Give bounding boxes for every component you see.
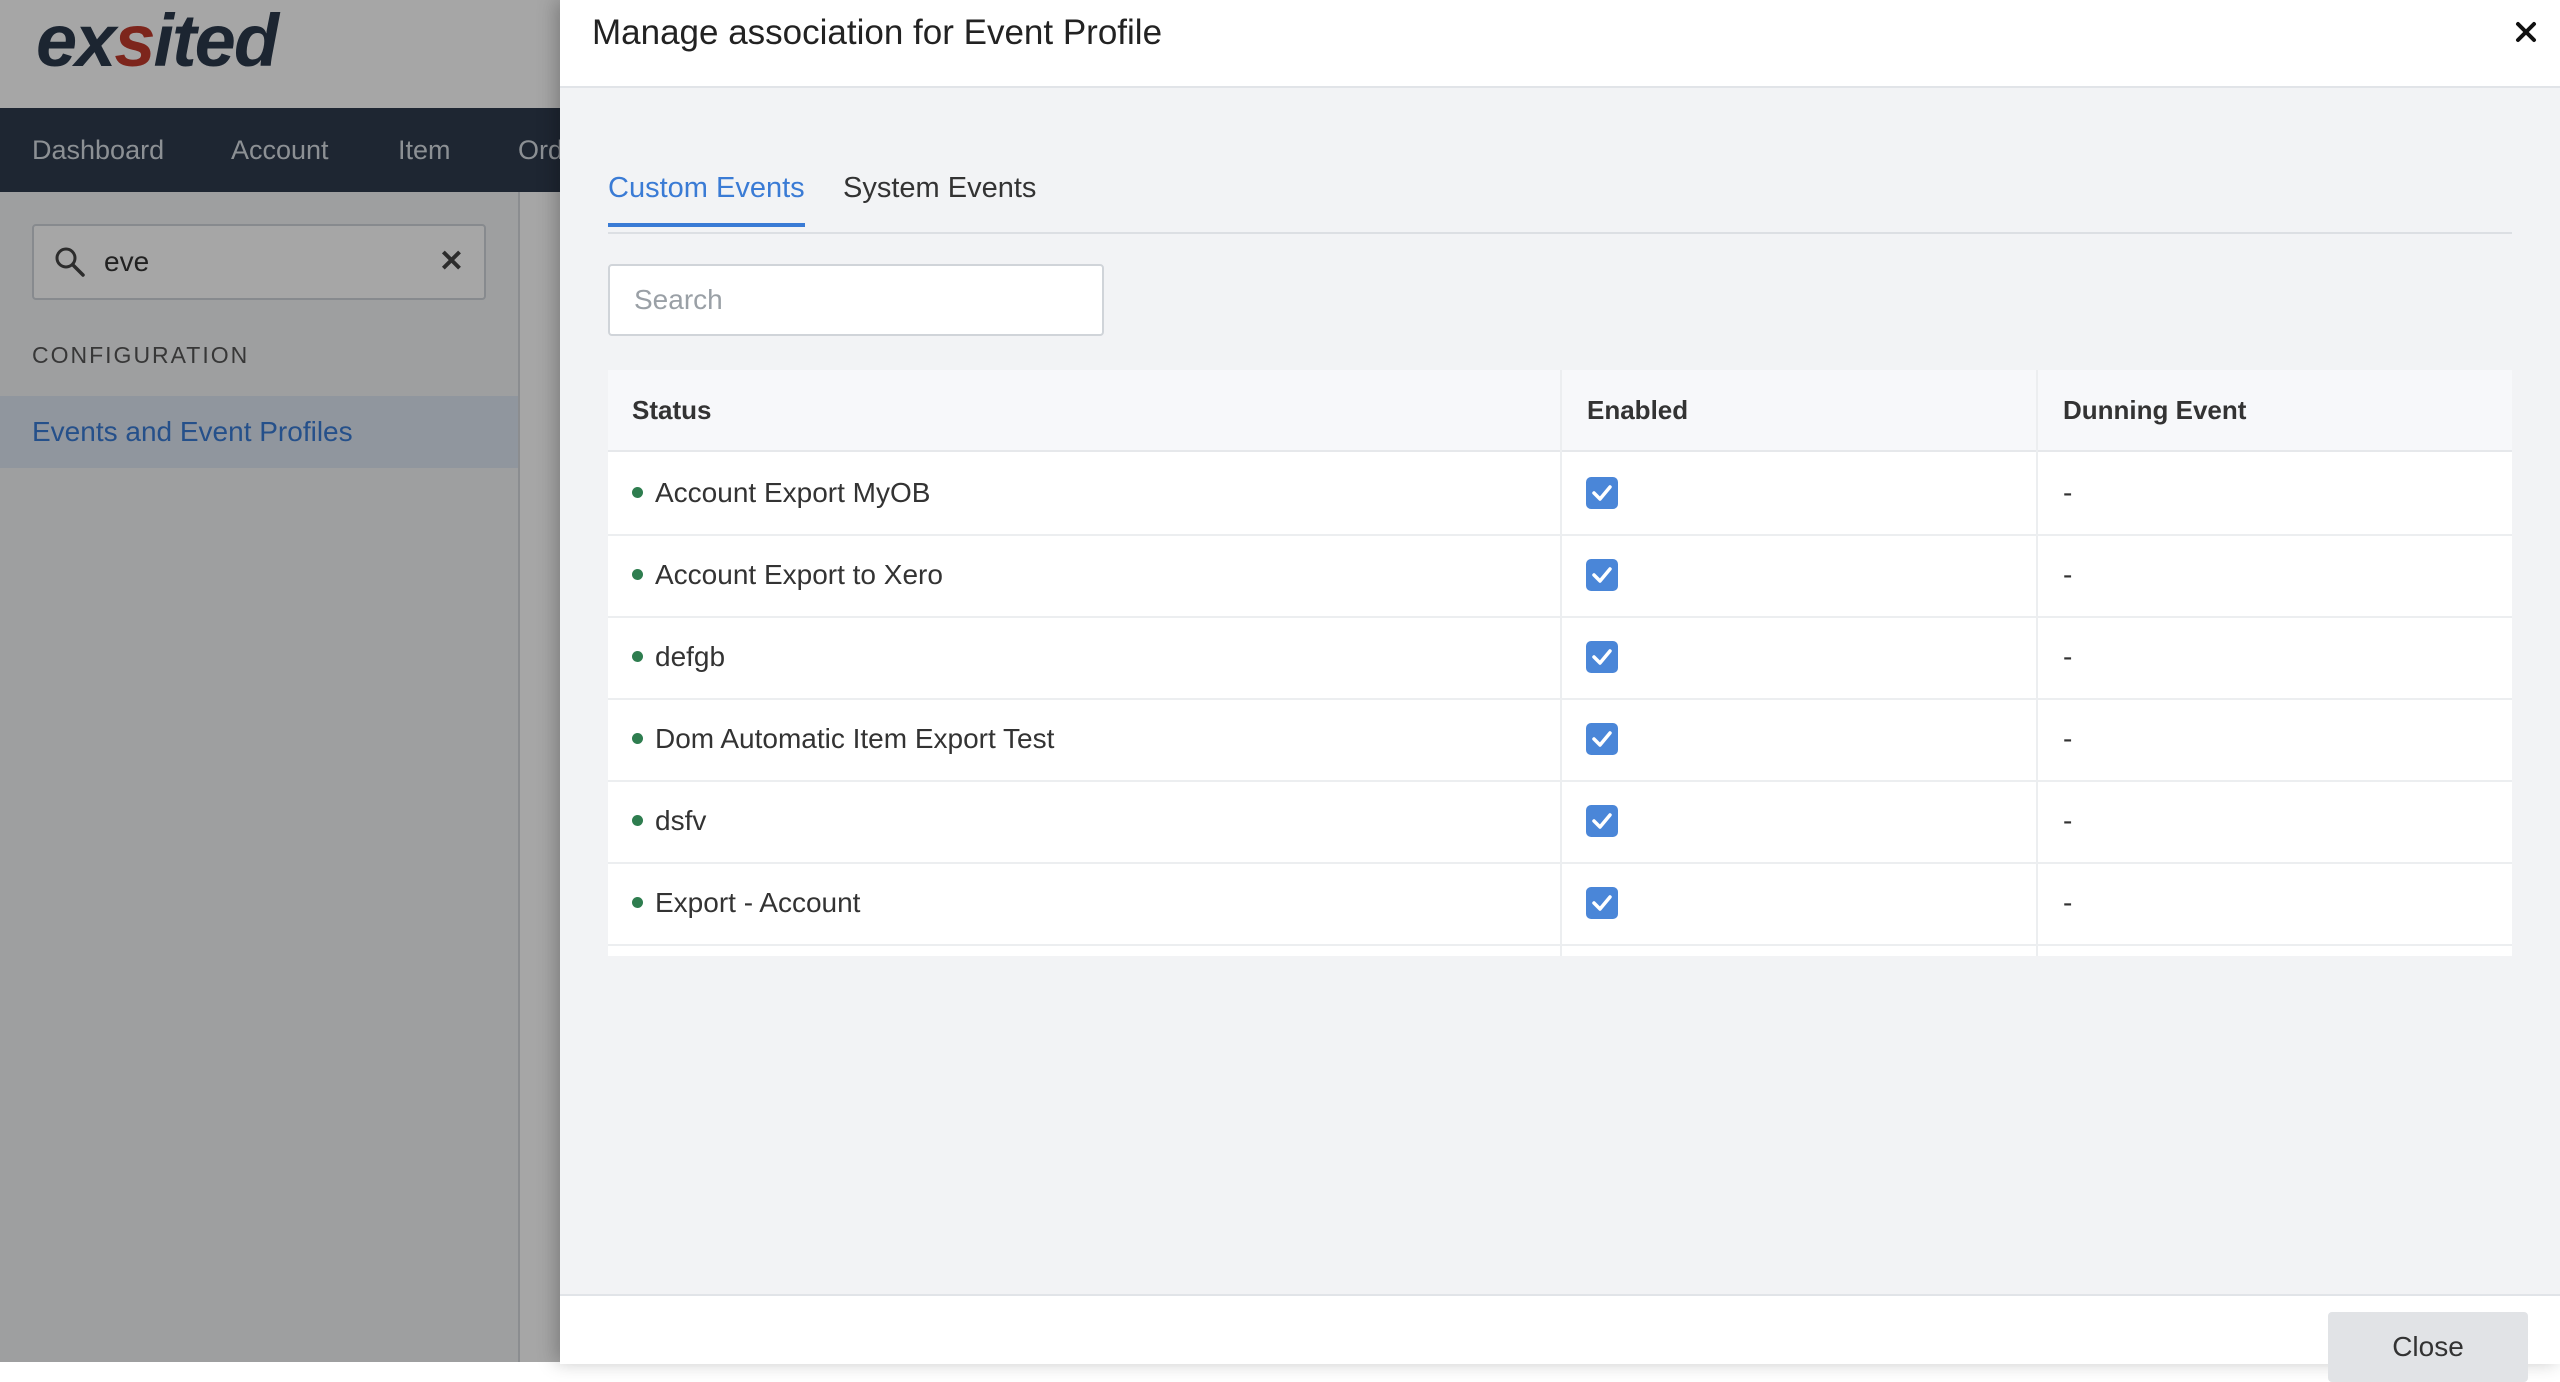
checkmark-icon xyxy=(1592,485,1612,501)
enabled-checkbox[interactable] xyxy=(1586,477,1618,509)
close-button[interactable]: Close xyxy=(2328,1312,2528,1382)
status-cell: Dom Automatic Item Export Test xyxy=(632,698,1054,780)
dunning-cell: - xyxy=(2063,887,2073,918)
checkmark-icon xyxy=(1592,567,1612,583)
enabled-checkbox[interactable] xyxy=(1586,641,1618,673)
enabled-checkbox[interactable] xyxy=(1586,887,1618,919)
tab-system-events[interactable]: System Events xyxy=(843,172,1036,223)
event-tabs: Custom Events System Events xyxy=(608,150,2512,234)
status-cell: Account Export to Xero xyxy=(632,534,943,616)
status-dot-icon xyxy=(632,733,643,745)
column-divider xyxy=(1560,370,1562,956)
dunning-cell: - xyxy=(2063,805,2073,836)
column-header-dunning-event[interactable]: Dunning Event xyxy=(2063,370,2246,450)
checkmark-icon xyxy=(1592,895,1612,911)
dunning-cell: - xyxy=(2063,477,2073,508)
tab-custom-events[interactable]: Custom Events xyxy=(608,172,805,227)
enabled-checkbox[interactable] xyxy=(1586,723,1618,755)
close-icon[interactable] xyxy=(2506,12,2546,52)
events-search-input[interactable] xyxy=(608,264,1104,336)
column-header-status[interactable]: Status xyxy=(632,370,711,450)
modal-header: Manage association for Event Profile xyxy=(560,0,2560,88)
status-cell: dsfv xyxy=(632,780,706,862)
column-header-enabled[interactable]: Enabled xyxy=(1587,370,1688,450)
modal-title: Manage association for Event Profile xyxy=(592,13,1163,52)
status-dot-icon xyxy=(632,569,643,581)
checkmark-icon xyxy=(1592,813,1612,829)
status-cell: Export - Account xyxy=(632,862,860,944)
dunning-cell: - xyxy=(2063,723,2073,754)
status-cell: defgb xyxy=(632,616,725,698)
modal-footer: Close xyxy=(560,1294,2560,1382)
dunning-cell: - xyxy=(2063,641,2073,672)
enabled-checkbox[interactable] xyxy=(1586,559,1618,591)
status-dot-icon xyxy=(632,815,643,827)
status-dot-icon xyxy=(632,897,643,909)
column-divider xyxy=(2036,370,2038,956)
checkmark-icon xyxy=(1592,731,1612,747)
dunning-cell: - xyxy=(2063,559,2073,590)
events-table: Status Enabled Dunning Event Account Exp… xyxy=(608,370,2512,956)
status-dot-icon xyxy=(632,651,643,663)
manage-association-modal: Manage association for Event Profile Cus… xyxy=(560,0,2560,1382)
checkmark-icon xyxy=(1592,649,1612,665)
enabled-checkbox[interactable] xyxy=(1586,805,1618,837)
status-cell: Account Export MyOB xyxy=(632,452,930,534)
status-dot-icon xyxy=(632,487,643,499)
